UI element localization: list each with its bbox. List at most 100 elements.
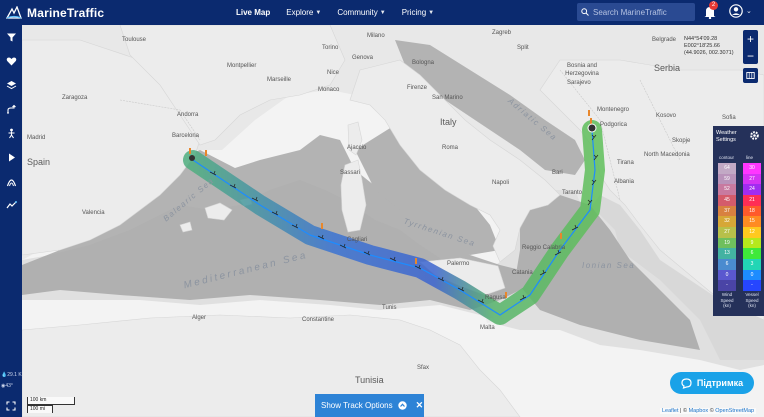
search-input[interactable] — [593, 7, 688, 17]
label-ionian-sea: Ionian Sea — [582, 261, 636, 270]
label-italy: Italy — [440, 117, 457, 127]
line-scale-cell: 15 — [743, 216, 761, 227]
label-city-sassari: Sassari — [340, 170, 361, 176]
play-button[interactable] — [3, 149, 19, 165]
line-scale-cell: 18 — [743, 205, 761, 217]
contour-scale-cell: 0 — [718, 269, 736, 281]
chevron-down-icon: ▼ — [428, 9, 435, 16]
readout-2-value: 43° — [5, 383, 13, 389]
contour-scale-cell: 19 — [718, 237, 736, 249]
mapbox-link[interactable]: Mapbox — [689, 408, 709, 414]
label-city-reggio: Reggio Calabria — [522, 245, 566, 251]
route-icon — [6, 104, 16, 113]
marinetraffic-logo-icon — [6, 5, 22, 19]
label-north-macedonia: North Macedonia — [644, 152, 690, 158]
weather-settings-title[interactable]: Weather Settings — [716, 130, 744, 144]
label-bosnia: Bosnia and Herzegovina — [565, 63, 599, 77]
wind-graph-button[interactable] — [3, 197, 19, 213]
label-city-sofia: Sofia — [722, 115, 736, 121]
contour-label: contour — [719, 155, 735, 160]
label-city-zagreb: Zagreb — [492, 30, 512, 36]
contour-scale-cell: 37 — [718, 205, 736, 217]
readout-1-value: 29.1 K — [7, 372, 22, 378]
fullscreen-button[interactable] — [3, 398, 19, 414]
label-city-cagliari: Cagliari — [347, 237, 368, 243]
avatar-icon — [729, 4, 743, 18]
nav-pricing[interactable]: Pricing ▼ — [402, 8, 434, 17]
label-albania: Albania — [614, 179, 635, 185]
show-track-options-button[interactable]: Show Track Options ✕ — [315, 394, 424, 417]
leaflet-link[interactable]: Leaflet — [662, 408, 679, 414]
label-city-firenze: Firenze — [407, 85, 428, 91]
map-layers-button[interactable] — [743, 68, 758, 83]
wind-speed-label: Wind Speed (kn) — [720, 292, 734, 308]
layers-button[interactable] — [3, 77, 19, 93]
contour-scale-cell: 13 — [718, 248, 736, 259]
contour-scale-cell: 64 — [718, 163, 736, 174]
account-menu[interactable]: ⌄ — [729, 4, 752, 18]
label-city-belgrade: Belgrade — [652, 37, 677, 43]
line-scale-cell: - — [743, 280, 761, 291]
support-chat-button[interactable]: Підтримка — [670, 372, 754, 394]
contour-scale-cell: 59 — [718, 173, 736, 185]
chevron-down-icon: ⌄ — [746, 8, 752, 15]
brand[interactable]: MarineTraffic — [0, 5, 200, 20]
line-scale-cell: 30 — [743, 163, 761, 174]
label-monaco: Monaco — [318, 87, 340, 93]
label-malta: Malta — [480, 325, 495, 331]
osm-link[interactable]: OpenStreetMap — [715, 408, 754, 414]
label-city-zaragoza: Zaragoza — [62, 95, 88, 101]
cursor-coordinates: N44°54'09.28 E002°18'25.66 (44.9026, 002… — [684, 36, 734, 57]
coord-lat: N44°54'09.28 — [684, 36, 718, 42]
line-scale-cell: 24 — [743, 184, 761, 195]
label-city-alger: Alger — [192, 315, 207, 321]
line-scale-cell: 27 — [743, 173, 761, 185]
people-button[interactable] — [3, 125, 19, 141]
track-options-label: Show Track Options — [321, 401, 393, 410]
nav-explore[interactable]: Explore ▼ — [286, 8, 321, 17]
nav-pricing-label: Pricing — [401, 8, 427, 17]
filter-button[interactable] — [3, 29, 19, 45]
wind-graph-icon — [6, 200, 17, 208]
close-icon[interactable]: ✕ — [416, 400, 424, 411]
nav-live-map-label: Live Map — [236, 8, 271, 17]
line-scale: 30 27 24 21 18 15 12 9 6 3 0- — [743, 163, 761, 291]
play-icon — [8, 153, 15, 161]
zoom-control: + − — [743, 30, 758, 64]
attribution-separator: | © — [678, 408, 689, 414]
aurora-button[interactable] — [3, 173, 19, 189]
coord-decimal: (44.9026, 002.3071) — [684, 50, 734, 56]
nav-live-map[interactable]: Live Map — [236, 8, 270, 17]
label-city-toulouse: Toulouse — [122, 37, 147, 43]
sidebar-readout-1: 💧29.1 K — [1, 372, 22, 378]
contour-scale-cell: 6 — [718, 258, 736, 270]
line-scale-cell: 12 — [743, 226, 761, 238]
line-scale-cell: 0 — [743, 269, 761, 281]
scale-mi: 100 mi — [27, 405, 53, 413]
label-city-nice: Nice — [327, 70, 340, 76]
label-san-marino: San Marino — [432, 95, 463, 101]
gear-icon[interactable] — [749, 130, 760, 141]
route-button[interactable] — [3, 101, 19, 117]
start-marker — [189, 155, 195, 161]
contour-scale: 64 59 52 45 37 32 27 19 13 6 0- — [718, 163, 736, 291]
zoom-out-button[interactable]: − — [743, 47, 758, 64]
label-city-torino: Torino — [322, 45, 339, 51]
coord-lon: E002°18'25.66 — [684, 43, 720, 49]
label-city-roma: Roma — [442, 145, 459, 151]
contour-scale-cell: 27 — [718, 226, 736, 238]
nav-community[interactable]: Community ▼ — [337, 8, 385, 17]
scale-km: 100 km — [27, 397, 75, 405]
line-label: line — [746, 155, 754, 160]
map-canvas[interactable]: Spain Andorra Monaco Italy Bosnia and He… — [22, 25, 764, 417]
map-icon — [746, 72, 755, 79]
top-navbar: MarineTraffic Live Map Explore ▼ Communit… — [0, 0, 764, 25]
label-tunisia: Tunisia — [355, 375, 384, 385]
label-city-ragusa: Ragusa — [485, 295, 506, 301]
zoom-in-button[interactable]: + — [743, 30, 758, 47]
contour-scale-cell: 45 — [718, 194, 736, 206]
label-city-valencia: Valencia — [82, 210, 105, 216]
label-spain: Spain — [27, 157, 51, 167]
label-serbia: Serbia — [654, 63, 681, 73]
favorites-button[interactable] — [3, 53, 19, 69]
